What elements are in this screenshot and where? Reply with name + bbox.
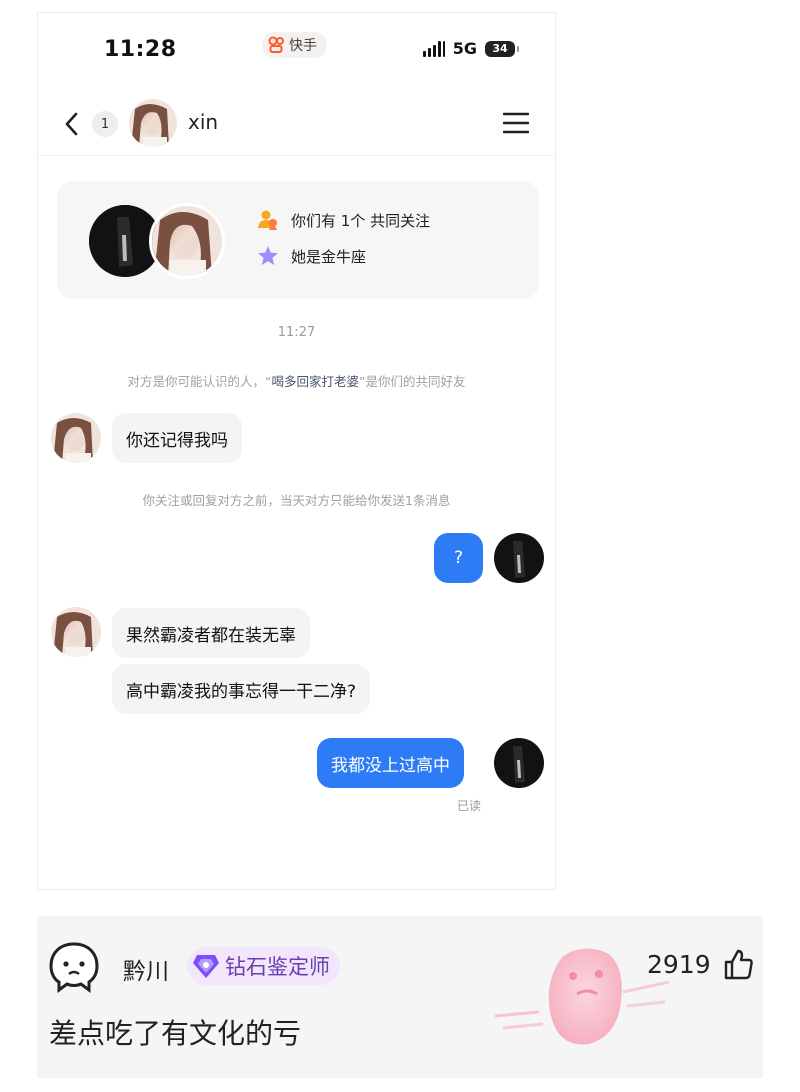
message-limit-notice: 你关注或回复对方之前，当天对方只能给你发送1条消息 (142, 493, 451, 508)
my-message-avatar[interactable] (494, 738, 544, 788)
comment-card: 黔川 钻石鉴定师 差点吃了有文化的亏 2919 (37, 916, 763, 1078)
battery-level: 34 (492, 42, 508, 55)
badge-label: 钻石鉴定师 (225, 955, 330, 979)
message-bubble-outgoing[interactable]: 我都没上过高中 (317, 738, 464, 788)
star-icon (258, 246, 278, 265)
my-message-avatar[interactable] (494, 533, 544, 583)
back-arrow-icon[interactable] (62, 109, 82, 139)
contact-name: xin (188, 110, 219, 134)
message-bubble-incoming[interactable]: 果然霸凌者都在装无辜 (112, 608, 310, 658)
message-bubble-incoming[interactable]: 高中霸凌我的事忘得一干二净? (112, 664, 371, 714)
mutual-follow-text: 你们有 1个 共同关注 (291, 211, 431, 230)
mutual-friend-name[interactable]: 喝多回家打老婆 (271, 374, 359, 389)
message-bubble-outgoing[interactable]: ? (434, 533, 483, 583)
like-count: 2919 (647, 950, 711, 979)
zodiac-row: 她是金牛座 (257, 245, 366, 267)
contact-message-avatar[interactable] (51, 607, 101, 657)
user-rank-badge[interactable]: 钻石鉴定师 (187, 947, 340, 985)
mutual-friend-notice: 对方是你可能认识的人，“喝多回家打老婆”是你们的共同好友 (127, 374, 466, 389)
contact-avatar-large (149, 203, 225, 279)
chat-screen: 11:28 快手 5G 34 1 xin 你们有 1个 共同关注 她是金牛座 1… (37, 12, 556, 890)
profile-info-card[interactable]: 你们有 1个 共同关注 她是金牛座 (57, 181, 539, 299)
message-bubble-incoming[interactable]: 你还记得我吗 (112, 413, 242, 463)
diamond-badge-icon (193, 955, 219, 978)
people-icon (258, 210, 277, 230)
status-bar: 11:28 快手 5G 34 (38, 13, 555, 83)
chat-timestamp: 11:27 (277, 325, 316, 340)
chat-header: 1 xin (38, 93, 555, 156)
contact-avatar[interactable] (129, 99, 177, 147)
battery-icon: 34 (485, 40, 519, 57)
contact-message-avatar[interactable] (51, 413, 101, 463)
read-receipt: 已读 (457, 799, 482, 813)
app-indicator: 快手 (262, 32, 327, 58)
zodiac-text: 她是金牛座 (291, 247, 367, 266)
menu-icon[interactable] (503, 111, 529, 135)
network-type: 5G (452, 39, 477, 58)
kuaishou-logo-icon (268, 36, 284, 53)
app-label: 快手 (289, 38, 317, 54)
commenter-avatar[interactable] (47, 940, 101, 994)
unread-count-badge[interactable]: 1 (92, 111, 118, 137)
commenter-username[interactable]: 黔川 (123, 952, 169, 986)
status-time: 11:28 (104, 37, 177, 62)
comment-text: 差点吃了有文化的亏 (49, 1017, 302, 1050)
status-icons: 5G 34 (422, 39, 519, 58)
thumbs-up-icon[interactable] (723, 948, 753, 980)
signal-icon (422, 40, 445, 57)
sticker-decoration-icon (494, 948, 670, 1045)
mutual-follow-row: 你们有 1个 共同关注 (257, 209, 430, 231)
